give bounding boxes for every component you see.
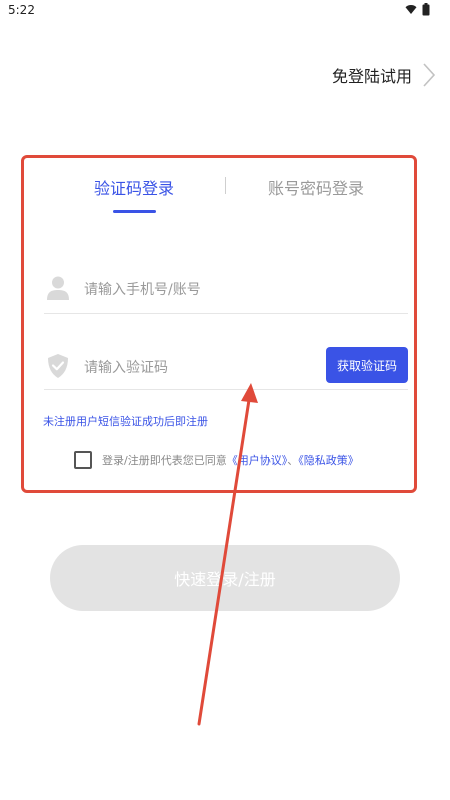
wifi-icon — [405, 5, 417, 14]
chevron-right-icon — [423, 63, 436, 87]
status-bar: 5:22 — [0, 0, 450, 22]
phone-field — [44, 269, 408, 314]
agreement-checkbox[interactable] — [74, 451, 92, 469]
privacy-policy-link[interactable]: 《隐私政策》 — [298, 454, 359, 467]
code-field-underline — [44, 389, 408, 390]
get-code-button[interactable]: 获取验证码 — [326, 347, 408, 383]
quick-login-button[interactable]: 快速登录/注册 — [50, 545, 400, 611]
skip-login-button[interactable]: 免登陆试用 — [332, 60, 436, 90]
agreement-prefix: 登录/注册即代表您已同意 — [102, 454, 227, 467]
phone-input[interactable] — [82, 274, 316, 306]
status-icons — [405, 3, 430, 17]
agreement-text: 登录/注册即代表您已同意《用户协议》、《隐私政策》 — [102, 452, 359, 468]
shield-icon — [48, 354, 68, 378]
active-tab-indicator — [113, 210, 156, 213]
tab-sms-login[interactable]: 验证码登录 — [94, 175, 174, 199]
code-field: 获取验证码 — [44, 347, 408, 390]
user-agreement-link[interactable]: 《用户协议》 — [227, 454, 288, 467]
tab-divider — [225, 177, 226, 194]
agreement-row: 登录/注册即代表您已同意《用户协议》、《隐私政策》 — [74, 449, 359, 471]
register-note: 未注册用户短信验证成功后即注册 — [43, 415, 208, 428]
tab-password-login[interactable]: 账号密码登录 — [268, 175, 364, 199]
battery-icon — [422, 3, 430, 16]
code-input[interactable] — [82, 352, 316, 384]
agreement-separator: 、 — [287, 454, 299, 467]
phone-field-underline — [44, 313, 408, 314]
skip-login-label: 免登陆试用 — [331, 67, 412, 86]
login-form: 验证码登录 账号密码登录 获取验证码 未注册用户短信验证成功后即注册 登录/注册… — [21, 155, 417, 493]
user-icon — [47, 276, 69, 300]
status-time: 5:22 — [8, 3, 35, 17]
